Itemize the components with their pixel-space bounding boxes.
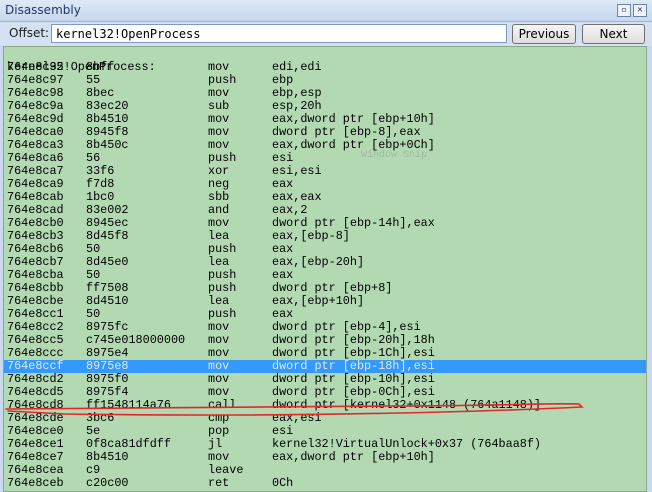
instruction-row[interactable]: 764e8cbe 8d4510 lea eax,[ebp+10h]: [4, 295, 646, 308]
close-icon[interactable]: ✕: [633, 4, 647, 17]
instruction-row[interactable]: 764e8cb7 8d45e0 lea eax,[ebp-20h]: [4, 256, 646, 269]
instruction-row[interactable]: 764e8c95 8bff mov edi,edi: [4, 61, 646, 74]
restore-icon[interactable]: ▫: [617, 4, 631, 17]
instruction-row[interactable]: 764e8ca3 8b450c mov eax,dword ptr [ebp+0Ch]: [4, 139, 646, 152]
toolbar: Offset: Previous Next: [0, 22, 652, 46]
instruction-mnemonic: ret: [208, 476, 230, 490]
instruction-row[interactable]: 764e8cde 3bc6 cmp eax,esi: [4, 412, 646, 425]
next-button[interactable]: Next: [582, 24, 645, 44]
previous-button[interactable]: Previous: [512, 24, 576, 44]
disassembly-view[interactable]: kernel32!OpenProcess: Window Snip 764e8c…: [3, 46, 647, 492]
offset-label: Offset:: [9, 26, 50, 40]
instruction-operands: eax,dword ptr [ebp+10h]: [272, 450, 435, 464]
instruction-operands: eax,dword ptr [ebp+0Ch]: [272, 138, 435, 152]
instruction-row[interactable]: 764e8ce7 8b4510 mov eax,dword ptr [ebp+10h]: [4, 451, 646, 464]
offset-input[interactable]: [51, 24, 507, 43]
instruction-operands: 0Ch: [272, 476, 294, 490]
title-bar: Disassembly ▫ ✕: [0, 0, 652, 22]
instruction-bytes: c20c00: [86, 476, 129, 490]
instruction-row[interactable]: 764e8cb3 8d45f8 lea eax,[ebp-8]: [4, 230, 646, 243]
instruction-row[interactable]: 764e8ceb c20c00 ret 0Ch: [4, 477, 646, 490]
instruction-address: 764e8ceb: [7, 476, 64, 490]
window-title: Disassembly: [5, 3, 81, 17]
